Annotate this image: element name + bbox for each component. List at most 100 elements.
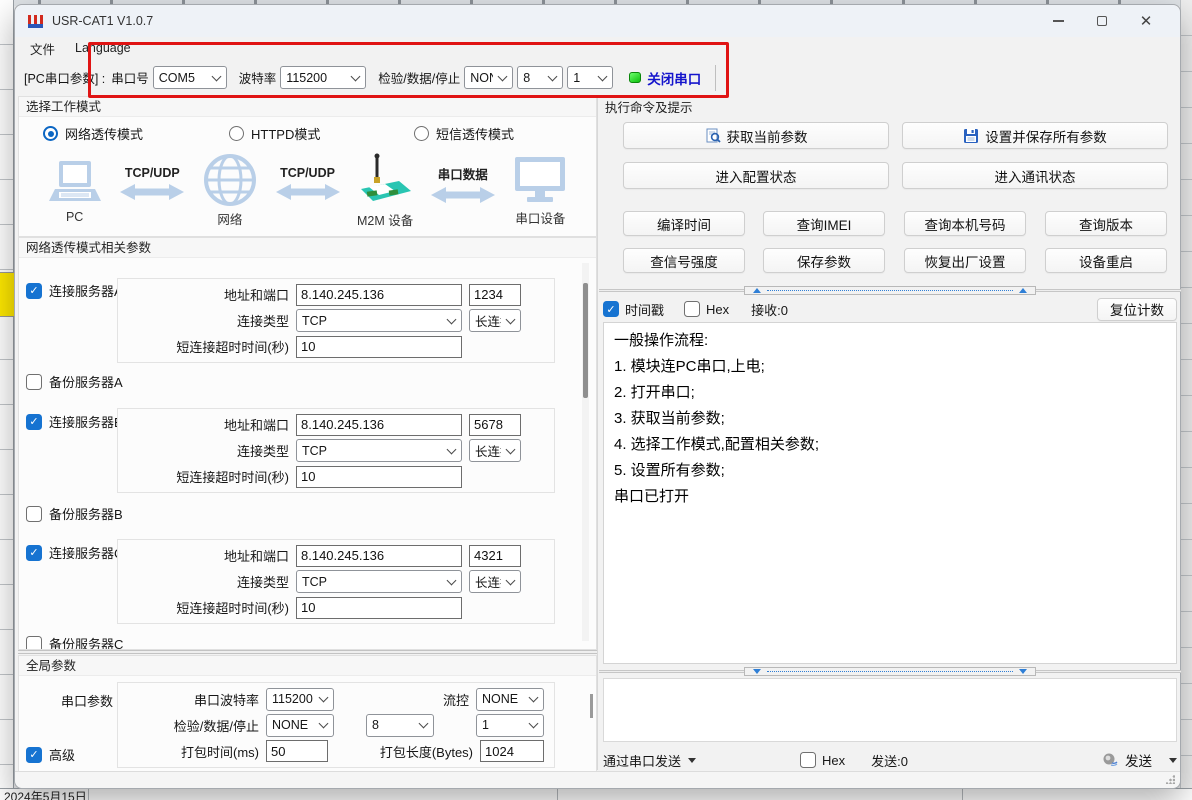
splitter-grip[interactable] [744,667,1036,676]
server-a-timeout-input[interactable] [296,336,462,358]
panel-separator [597,96,598,770]
scrollbar-thumb[interactable] [583,283,588,398]
send-input-area[interactable] [603,678,1177,742]
checkbox-icon: ✓ [26,283,42,299]
compile-time-button[interactable]: 编译时间 [623,211,745,236]
query-signal-button[interactable]: 查信号强度 [623,248,745,273]
global-databits-select[interactable]: 8 [366,714,434,737]
checkbox-advanced[interactable]: ✓ 高级 [26,745,75,764]
factory-reset-button[interactable]: 恢复出厂设置 [904,248,1026,273]
checkbox-backup-server-c[interactable]: 备份服务器C [26,634,123,650]
server-c-type-select[interactable]: TCP [296,570,462,593]
command-panel-title: 执行命令及提示 [605,97,693,116]
send-count: 发送:0 [871,751,908,770]
toolbar-separator [715,65,716,91]
reset-counter-button[interactable]: 复位计数 [1097,298,1177,321]
global-parity-select[interactable]: NONE [266,714,334,737]
checkbox-receive-hex[interactable]: Hex [684,301,729,317]
checkbox-send-hex[interactable]: Hex [800,752,845,768]
resize-grip[interactable] [1166,775,1175,784]
baud-select[interactable]: 115200 [280,66,366,89]
query-imei-button[interactable]: 查询IMEI [763,211,885,236]
send-via-serial-dropdown[interactable]: 通过串口发送 [603,751,696,770]
server-c-timeout-input[interactable] [296,597,462,619]
global-parity-label: 检验/数据/停止 [118,716,266,735]
query-version-button[interactable]: 查询版本 [1045,211,1167,236]
server-a-address-input[interactable] [296,284,462,306]
server-c-port-input[interactable] [469,545,521,567]
global-params-title: 全局参数 [19,656,596,676]
server-b-type-select[interactable]: TCP [296,439,462,462]
server-b-keepalive-select[interactable]: 长连接 [469,439,521,462]
enter-comm-state-button[interactable]: 进入通讯状态 [902,162,1168,189]
checkbox-connect-server-a[interactable]: ✓ 连接服务器A [26,281,123,300]
dropdown-arrow-icon [688,758,696,763]
menu-file[interactable]: 文件 [21,37,64,60]
radio-net-transparent[interactable]: 网络透传模式 [43,124,143,143]
send-horn-icon [1102,752,1118,768]
close-button[interactable]: ✕ [1124,6,1168,36]
connect-type-label: 连接类型 [118,572,296,591]
server-b-address-input[interactable] [296,414,462,436]
server-a-keepalive-select[interactable]: 长连接 [469,309,521,332]
splitter-grip[interactable] [744,286,1036,295]
enter-config-state-button[interactable]: 进入配置状态 [623,162,889,189]
log-splitter-top[interactable] [599,286,1181,295]
pack-length-input[interactable] [480,740,544,762]
minimize-button[interactable] [1036,6,1080,36]
net-params-scrollbar[interactable] [582,263,589,641]
background-yellow-cell [0,272,14,317]
flow-control-select[interactable]: NONE [476,688,544,711]
server-c-panel: 地址和端口 连接类型 TCP 长连接 短连接超时时间(秒) [117,539,555,624]
receive-log[interactable]: 一般操作流程: 1. 模块连PC串口,上电; 2. 打开串口; 3. 获取当前参… [603,322,1177,664]
pack-time-input[interactable] [266,740,328,762]
get-params-button[interactable]: 获取当前参数 [623,122,889,149]
grid-line [962,789,963,800]
net-params-title: 网络透传模式相关参数 [19,238,596,258]
close-port-button[interactable]: 关闭串口 [647,68,701,88]
send-button[interactable]: 发送 [1102,750,1177,770]
horizontal-divider [18,650,597,654]
checkbox-backup-server-b[interactable]: 备份服务器B [26,504,123,523]
log-splitter-bottom[interactable] [599,667,1181,676]
chevron-down-icon [319,719,329,729]
server-c-address-input[interactable] [296,545,462,567]
chevron-down-icon [548,71,558,81]
chevron-down-icon [351,71,361,81]
parity-select[interactable]: NONE [464,66,513,89]
server-b-port-input[interactable] [469,414,521,436]
chevron-down-icon [419,719,429,729]
com-port-select[interactable]: COM5 [153,66,227,89]
log-line: 4. 选择工作模式,配置相关参数; [614,432,1166,458]
radio-httpd[interactable]: HTTPD模式 [229,124,320,143]
status-bar [15,771,1180,788]
checkbox-backup-server-a[interactable]: 备份服务器A [26,372,123,391]
global-baud-select[interactable]: 115200 [266,688,334,711]
server-c-keepalive-select[interactable]: 长连接 [469,570,521,593]
chevron-down-icon [506,444,516,454]
radio-sms-transparent[interactable]: 短信透传模式 [414,124,514,143]
arrow-up-icon [1019,288,1027,293]
server-a-port-input[interactable] [469,284,521,306]
server-b-timeout-input[interactable] [296,466,462,488]
query-phone-number-button[interactable]: 查询本机号码 [904,211,1026,236]
save-params-button[interactable]: 保存参数 [763,248,885,273]
global-stopbits-select[interactable]: 1 [476,714,544,737]
menu-language[interactable]: Language [66,39,140,57]
server-a-panel: 地址和端口 连接类型 TCP 长连接 短连接超时时间(秒) [117,278,555,363]
chevron-down-icon [447,444,457,454]
work-mode-group: 选择工作模式 网络透传模式 HTTPD模式 短信透传模式 [18,96,597,237]
set-save-all-params-button[interactable]: 设置并保存所有参数 [902,122,1168,149]
checkbox-timestamp[interactable]: ✓ 时间戳 [603,300,664,319]
server-a-type-select[interactable]: TCP [296,309,462,332]
checkbox-icon: ✓ [26,747,42,763]
maximize-button[interactable] [1080,6,1124,36]
checkbox-connect-server-b[interactable]: ✓ 连接服务器B [26,412,123,431]
menubar: 文件 Language [15,37,1180,59]
link-serial-data: 串口数据 [431,164,495,205]
databits-select[interactable]: 8 [517,66,563,89]
checkbox-connect-server-c[interactable]: ✓ 连接服务器C [26,543,123,562]
flow-control-label: 流控 [443,690,476,709]
stopbits-select[interactable]: 1 [567,66,613,89]
device-restart-button[interactable]: 设备重启 [1045,248,1167,273]
